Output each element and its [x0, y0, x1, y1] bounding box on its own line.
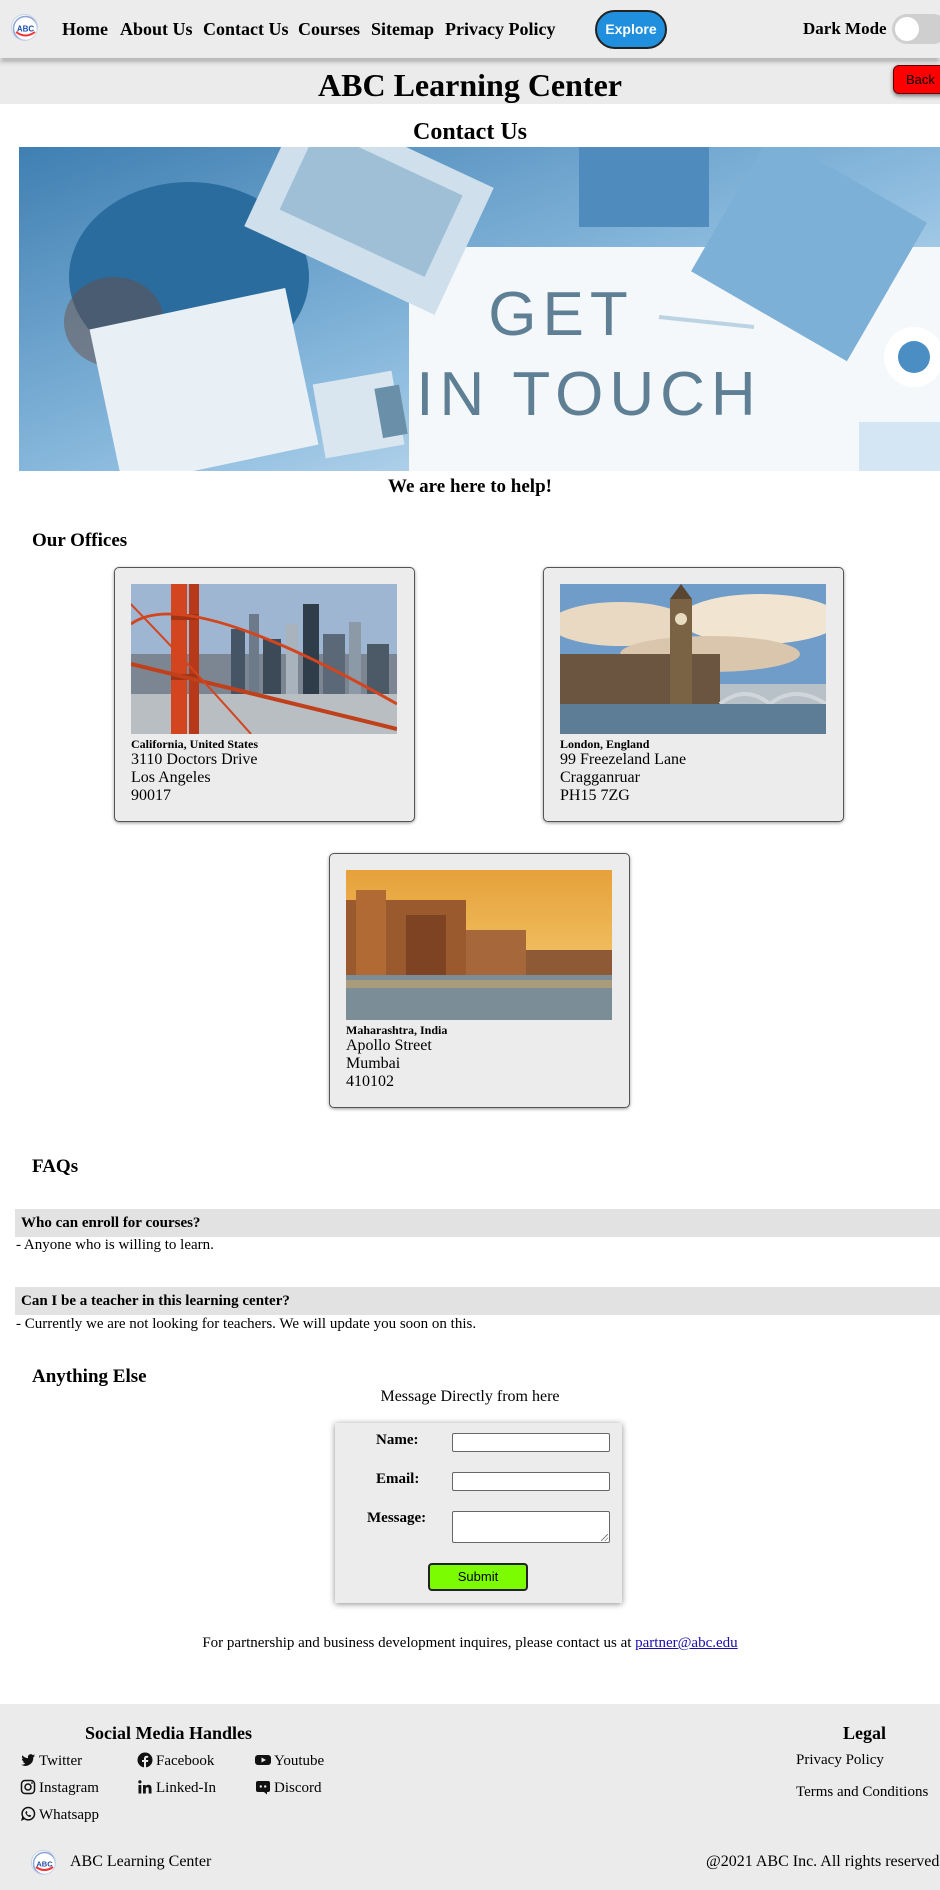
office-card-london: London, England 99 Freezeland Lane Cragg…: [543, 567, 844, 822]
nav-privacy-policy[interactable]: Privacy Policy: [445, 18, 555, 40]
legal-heading: Legal: [843, 1723, 886, 1743]
office-address-line: 99 Freezeland Lane: [560, 751, 687, 768]
office-card-india: Maharashtra, India Apollo Street Mumbai …: [329, 853, 630, 1108]
social-instagram[interactable]: Instagram: [20, 1779, 99, 1797]
faq-answer: - Currently we are not looking for teach…: [16, 1316, 477, 1332]
twitter-icon: [21, 1754, 35, 1766]
social-discord[interactable]: Discord: [255, 1779, 322, 1797]
office-region: California, United States: [131, 737, 258, 751]
linkedin-icon: [138, 1780, 152, 1794]
partner-text: For partnership and business development…: [202, 1635, 632, 1651]
social-label: Whatsapp: [39, 1807, 99, 1823]
svg-text:ABC: ABC: [36, 1860, 53, 1869]
toggle-knob: [895, 17, 919, 41]
back-button[interactable]: Back: [893, 65, 940, 94]
explore-button[interactable]: Explore: [595, 10, 667, 49]
legal-terms-and-conditions[interactable]: Terms and Conditions: [796, 1784, 928, 1801]
office-image-california: [131, 584, 397, 734]
contact-form: Name: Email: Message: Submit: [335, 1423, 622, 1603]
faq-answer: - Anyone who is willing to learn.: [16, 1237, 214, 1253]
message-field[interactable]: [452, 1511, 610, 1543]
faq-question[interactable]: Can I be a teacher in this learning cent…: [15, 1287, 940, 1315]
svg-text:ABC: ABC: [17, 25, 35, 34]
nav-courses[interactable]: Courses: [298, 18, 360, 40]
discord-icon: [256, 1781, 270, 1795]
whatsapp-icon: [21, 1806, 36, 1821]
social-label: Twitter: [39, 1753, 83, 1769]
social-twitter[interactable]: Twitter: [20, 1752, 82, 1770]
dark-mode-label: Dark Mode: [803, 19, 887, 38]
social-label: Facebook: [156, 1753, 215, 1769]
name-field[interactable]: [452, 1433, 610, 1452]
social-label: Youtube: [274, 1753, 325, 1769]
offices-heading: Our Offices: [32, 530, 128, 551]
office-image-london: [560, 584, 826, 734]
message-label: Message:: [367, 1510, 427, 1526]
social-facebook[interactable]: Facebook: [137, 1752, 214, 1770]
office-address-line: 3110 Doctors Drive: [131, 751, 258, 768]
social-label: Discord: [274, 1780, 322, 1796]
faqs-heading: FAQs: [32, 1156, 79, 1177]
email-label: Email:: [376, 1471, 420, 1487]
page-title: Contact Us: [413, 119, 527, 145]
office-city: Cragganruar: [560, 769, 640, 786]
office-city: Los Angeles: [131, 769, 211, 786]
site-title: ABC Learning Center: [318, 67, 622, 103]
office-card-california: California, United States 3110 Doctors D…: [114, 567, 415, 822]
hero-image: GET IN TOUCH: [19, 147, 940, 471]
anything-else-heading: Anything Else: [32, 1366, 147, 1387]
footer-logo-icon: ABC: [31, 1850, 56, 1875]
email-field[interactable]: [452, 1472, 610, 1491]
faq-question[interactable]: Who can enroll for courses?: [15, 1209, 940, 1237]
social-youtube[interactable]: Youtube: [255, 1752, 324, 1770]
name-label: Name:: [376, 1432, 419, 1448]
nav-sitemap[interactable]: Sitemap: [371, 18, 434, 40]
page: ABC Home About Us Contact Us Courses Sit…: [0, 0, 940, 1890]
office-region: Maharashtra, India: [346, 1023, 448, 1037]
social-heading: Social Media Handles: [85, 1723, 253, 1743]
copyright: @2021 ABC Inc. All rights reserved: [706, 1853, 940, 1870]
dark-mode-toggle[interactable]: [892, 14, 940, 44]
office-postcode: 410102: [346, 1073, 394, 1090]
social-label: Instagram: [39, 1780, 99, 1796]
legal-privacy-policy[interactable]: Privacy Policy: [796, 1752, 884, 1769]
hero-text-get: GET: [488, 280, 633, 349]
social-label: Linked-In: [156, 1780, 216, 1796]
office-postcode: PH15 7ZG: [560, 787, 630, 804]
partner-email-link[interactable]: partner@abc.edu: [635, 1635, 738, 1651]
facebook-icon: [137, 1752, 153, 1768]
nav-about-us[interactable]: About Us: [120, 18, 193, 40]
form-subheading: Message Directly from here: [380, 1388, 560, 1405]
social-linkedin[interactable]: Linked-In: [137, 1779, 216, 1797]
office-city: Mumbai: [346, 1055, 401, 1072]
office-address-line: Apollo Street: [346, 1037, 432, 1054]
navbar: ABC Home About Us Contact Us Courses Sit…: [0, 0, 940, 58]
nav-home[interactable]: Home: [62, 18, 108, 40]
office-postcode: 90017: [131, 787, 171, 804]
footer-brand: ABC Learning Center: [70, 1853, 212, 1870]
youtube-icon: [255, 1755, 271, 1765]
office-region: London, England: [560, 737, 650, 751]
office-image-india: [346, 870, 612, 1020]
hero-text-in-touch: IN TOUCH: [416, 360, 761, 429]
nav-contact-us[interactable]: Contact Us: [203, 18, 289, 40]
tagline: We are here to help!: [388, 476, 552, 497]
partner-note: For partnership and business development…: [0, 1635, 940, 1652]
social-whatsapp[interactable]: Whatsapp: [20, 1806, 99, 1824]
instagram-icon: [20, 1779, 36, 1795]
submit-button[interactable]: Submit: [428, 1563, 528, 1591]
logo-icon[interactable]: ABC: [11, 14, 38, 41]
